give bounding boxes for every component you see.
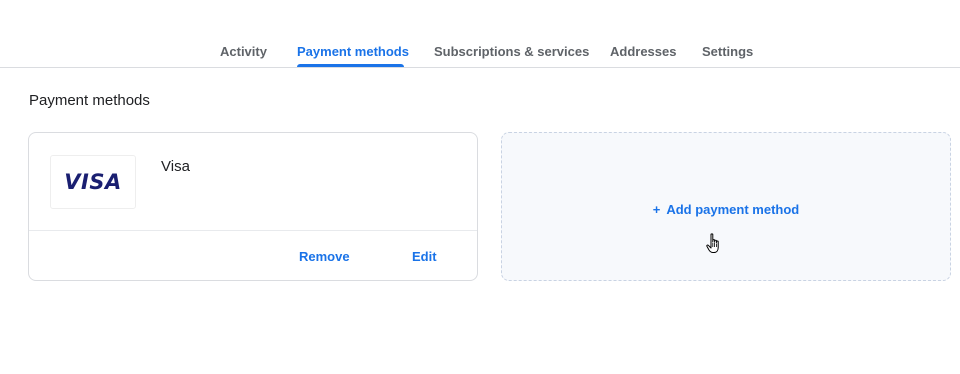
tab-payment-methods[interactable]: Payment methods	[297, 44, 409, 60]
tab-bar: Activity Payment methods Subscriptions &…	[0, 0, 960, 68]
hand-pointer-icon	[706, 233, 719, 253]
tab-addresses[interactable]: Addresses	[610, 44, 676, 60]
remove-button[interactable]: Remove	[299, 249, 350, 265]
add-payment-method-button[interactable]: + Add payment method	[501, 132, 951, 281]
card-name: Visa	[161, 158, 190, 175]
card-divider	[29, 230, 477, 231]
tab-settings[interactable]: Settings	[702, 44, 753, 60]
add-payment-method-text: Add payment method	[666, 202, 800, 217]
add-payment-method-label: + Add payment method	[502, 202, 950, 218]
edit-button[interactable]: Edit	[412, 249, 437, 265]
plus-icon: +	[652, 202, 661, 217]
payment-card: VISA Visa Remove Edit	[28, 132, 478, 281]
tab-activity[interactable]: Activity	[220, 44, 267, 60]
page-title: Payment methods	[29, 92, 150, 109]
tab-subscriptions-services[interactable]: Subscriptions & services	[434, 44, 589, 60]
visa-logo: VISA	[50, 155, 136, 209]
active-tab-indicator	[297, 64, 404, 67]
